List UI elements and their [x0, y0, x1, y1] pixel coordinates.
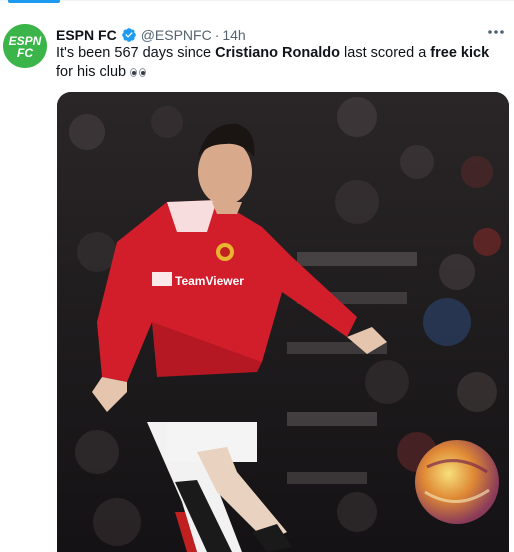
eyes-emoji-icon: [130, 68, 147, 77]
tweet-text-part: It's been 567 days since: [56, 45, 216, 61]
active-tab-indicator: [8, 0, 60, 3]
tweet-text: It's been 567 days since Cristiano Ronal…: [56, 44, 510, 82]
highlight-free-kick: free kick: [430, 45, 490, 61]
timestamp[interactable]: 14h: [222, 27, 245, 43]
timeline-divider: [0, 0, 514, 1]
more-options-button[interactable]: [484, 22, 508, 42]
jersey-sponsor-text: TeamViewer: [175, 274, 244, 288]
tweet-media-photo[interactable]: TeamViewer: [57, 92, 509, 552]
avatar[interactable]: ESPN FC: [3, 24, 47, 68]
tweet[interactable]: ESPN FC ESPN FC @ESPNFC · 14h It's been …: [0, 14, 514, 552]
separator-dot: ·: [214, 27, 220, 43]
photo-footballer-kicking: TeamViewer: [57, 92, 509, 552]
eye-right: [139, 68, 147, 77]
espn-fc-logo-icon: ESPN FC: [3, 24, 47, 68]
eye-left: [130, 68, 138, 77]
verified-badge-icon: [121, 27, 137, 43]
more-options-icon: [488, 30, 504, 34]
display-name[interactable]: ESPN FC: [56, 27, 117, 43]
tweet-text-part: for his club: [56, 64, 127, 80]
tweet-header: ESPN FC @ESPNFC · 14h: [56, 25, 246, 45]
avatar-line-2: FC: [17, 46, 33, 60]
handle[interactable]: @ESPNFC: [141, 27, 212, 43]
mention-cristiano-ronaldo: Cristiano Ronaldo: [215, 45, 341, 61]
tweet-text-part: last scored a: [340, 45, 431, 61]
